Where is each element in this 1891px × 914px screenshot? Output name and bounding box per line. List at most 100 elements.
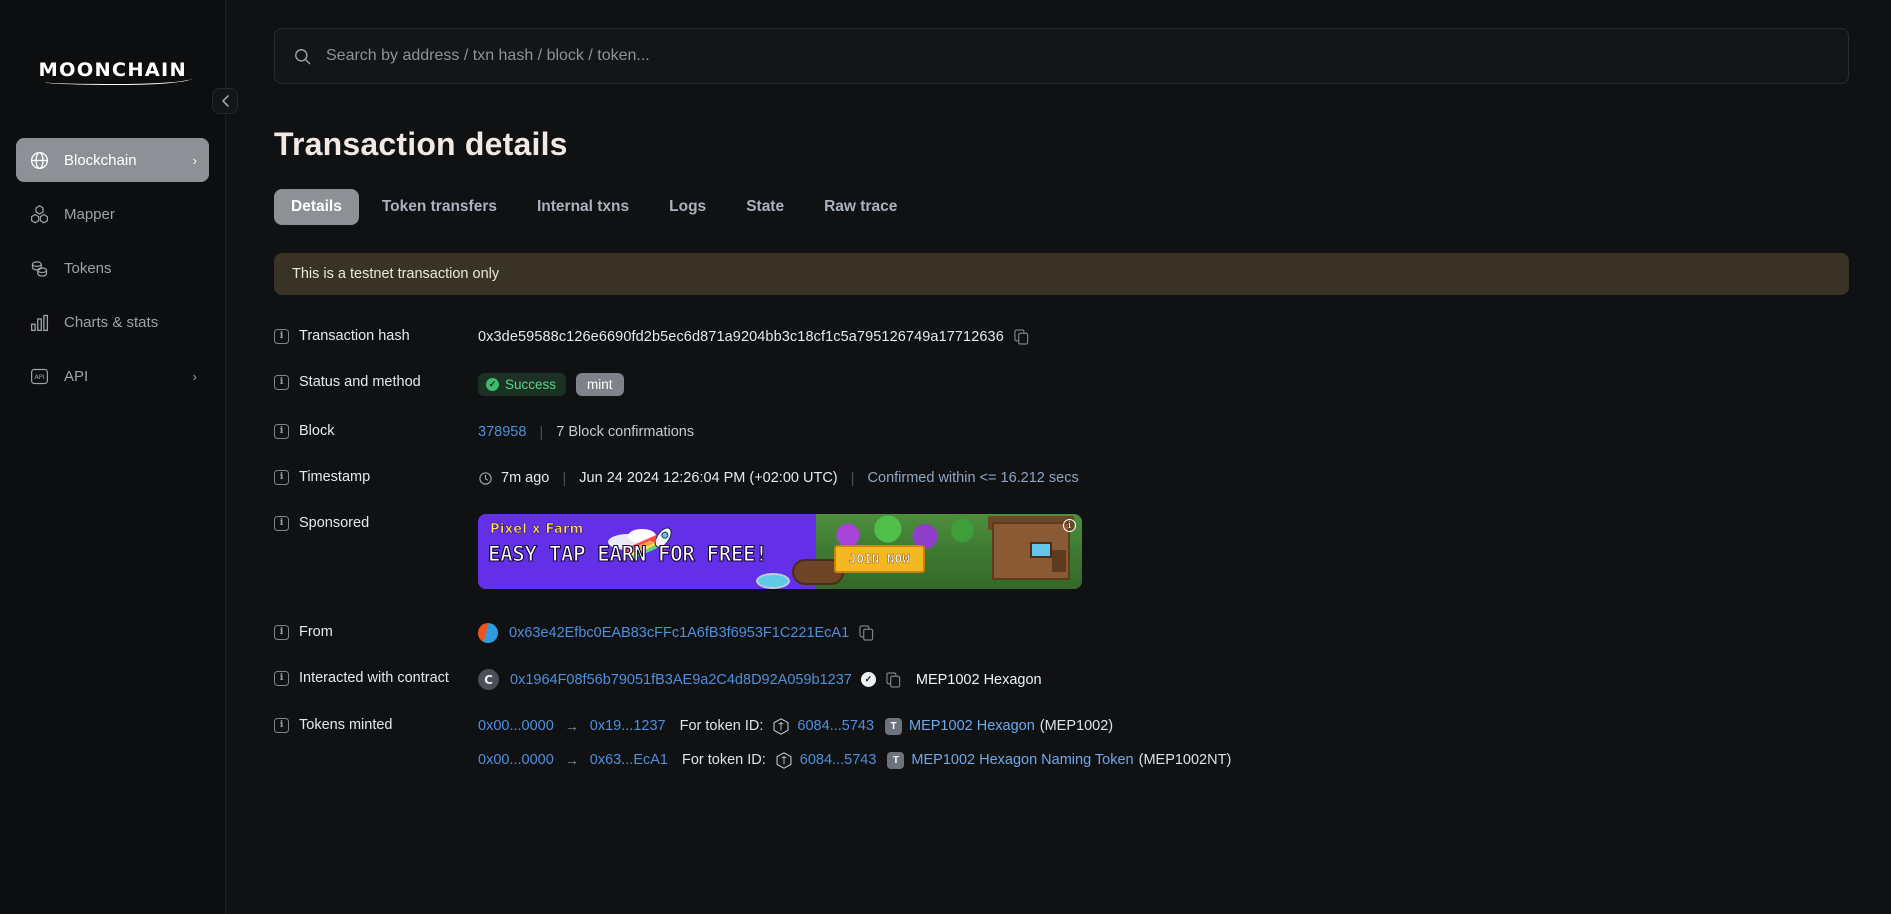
token-minted-row: 0x00...0000 → 0x19...1237 For token ID: … [478, 716, 1231, 736]
timestamp-relative: 7m ago [501, 470, 549, 486]
mint-from-address-link[interactable]: 0x00...0000 [478, 718, 554, 734]
tab-state[interactable]: State [729, 189, 801, 225]
row-value: 0x63e42Efbc0EAB83cFFc1A6fB3f6953F1C221Ec… [478, 623, 874, 643]
copy-icon[interactable] [886, 672, 901, 688]
info-icon[interactable]: i [274, 375, 289, 390]
tab-logs[interactable]: Logs [652, 189, 723, 225]
sidebar-item-label: Tokens [64, 260, 197, 277]
testnet-notice-text: This is a testnet transaction only [292, 266, 499, 282]
row-label: i Status and method [274, 373, 478, 390]
token-name-link[interactable]: MEP1002 Hexagon Naming Token [911, 752, 1133, 768]
search-input[interactable] [326, 47, 1830, 65]
contract-badge-icon: C [478, 669, 499, 690]
row-label-text: Sponsored [299, 515, 369, 531]
mint-to-address-link[interactable]: 0x19...1237 [590, 718, 666, 734]
token-name-link[interactable]: MEP1002 Hexagon [909, 718, 1035, 734]
ad-house-door [1052, 550, 1066, 572]
arrow-right-icon: → [565, 718, 579, 734]
row-label-text: Block [299, 423, 334, 439]
info-icon[interactable]: i [274, 470, 289, 485]
token-symbol-text: (MEP1002) [1040, 718, 1113, 734]
tab-details[interactable]: Details [274, 189, 359, 225]
sidebar-item-mapper[interactable]: Mapper [16, 192, 209, 236]
token-id-link[interactable]: 6084...5743 [800, 752, 877, 768]
row-transaction-hash: i Transaction hash 0x3de59588c126e6690fd… [274, 327, 1849, 347]
row-tokens-minted: i Tokens minted 0x00...0000 → 0x19...123… [274, 716, 1849, 770]
info-icon[interactable]: i [274, 718, 289, 733]
sidebar-collapse-button[interactable] [212, 88, 238, 114]
copy-icon[interactable] [1014, 329, 1029, 345]
row-status-and-method: i Status and method ✓ Success mint [274, 373, 1849, 396]
for-token-id-label: For token ID: [680, 718, 764, 734]
sidebar-item-charts-stats[interactable]: Charts & stats [16, 300, 209, 344]
sidebar-item-blockchain[interactable]: Blockchain › [16, 138, 209, 182]
sidebar-item-label: API [64, 368, 193, 385]
info-icon[interactable]: i [274, 424, 289, 439]
transaction-details-list: i Transaction hash 0x3de59588c126e6690fd… [274, 327, 1849, 770]
clock-icon [478, 471, 493, 486]
sponsored-ad-banner[interactable]: Pixel x Farm EASY TAP EARN FOR FREE! JOI… [478, 514, 1082, 589]
hexagon-token-icon [773, 718, 789, 735]
tab-token-transfers[interactable]: Token transfers [365, 189, 514, 225]
mint-to-address-link[interactable]: 0x63...EcA1 [590, 752, 668, 768]
token-minted-row: 0x00...0000 → 0x63...EcA1 For token ID: … [478, 750, 1231, 770]
ad-join-now-button[interactable]: JOIN NOW [834, 545, 925, 573]
token-type-badge: T [885, 718, 902, 735]
ad-brand-text: Pixel x Farm [490, 522, 584, 537]
bar-chart-icon [28, 311, 50, 333]
row-interacted-with-contract: i Interacted with contract C 0x1964F08f5… [274, 669, 1849, 690]
verified-check-icon: ✓ [861, 672, 876, 687]
tokens-minted-list: 0x00...0000 → 0x19...1237 For token ID: … [478, 716, 1231, 770]
row-timestamp: i Timestamp 7m ago | Jun 24 2024 12:26:0… [274, 468, 1849, 488]
globe-icon [28, 149, 50, 171]
info-icon[interactable]: i [274, 671, 289, 686]
search-bar[interactable] [274, 28, 1849, 84]
row-value: ✓ Success mint [478, 373, 624, 396]
divider: | [562, 470, 566, 487]
row-label: i Transaction hash [274, 327, 478, 344]
row-label-text: Status and method [299, 374, 421, 390]
sidebar-item-label: Charts & stats [64, 314, 197, 331]
divider: | [851, 470, 855, 487]
sidebar-nav: Blockchain › Mapper [0, 138, 225, 398]
block-number-link[interactable]: 378958 [478, 424, 526, 440]
token-id-link[interactable]: 6084...5743 [797, 718, 874, 734]
sidebar-item-api[interactable]: API API › [16, 354, 209, 398]
timestamp-absolute: Jun 24 2024 12:26:04 PM (+02:00 UTC) [579, 470, 837, 486]
row-label-text: From [299, 624, 333, 640]
sidebar-item-label: Blockchain [64, 152, 193, 169]
row-from: i From 0x63e42Efbc0EAB83cFFc1A6fB3f6953F… [274, 623, 1849, 643]
svg-text:API: API [34, 373, 44, 381]
row-label: i Interacted with contract [274, 669, 478, 686]
row-value: 0x3de59588c126e6690fd2b5ec6d871a9204bb3c… [478, 327, 1029, 347]
info-icon[interactable]: i [274, 516, 289, 531]
status-badge: ✓ Success [478, 373, 566, 396]
confirmation-time-text: Confirmed within <= 16.212 secs [868, 470, 1079, 486]
row-label-text: Timestamp [299, 469, 370, 485]
sidebar-item-tokens[interactable]: Tokens [16, 246, 209, 290]
copy-icon[interactable] [859, 625, 874, 641]
tab-internal-txns[interactable]: Internal txns [520, 189, 646, 225]
tab-bar: Details Token transfers Internal txns Lo… [274, 189, 1849, 225]
sidebar: MOONCHAIN Blockchain › [0, 0, 226, 914]
row-label: i Block [274, 422, 478, 439]
coins-icon [28, 257, 50, 279]
ad-info-icon[interactable]: i [1063, 519, 1076, 532]
tab-raw-trace[interactable]: Raw trace [807, 189, 914, 225]
chevron-left-icon [221, 95, 230, 107]
app-root: MOONCHAIN Blockchain › [0, 0, 1891, 914]
block-confirmations-text: 7 Block confirmations [556, 424, 694, 440]
brand-logo[interactable]: MOONCHAIN [0, 40, 225, 100]
mint-from-address-link[interactable]: 0x00...0000 [478, 752, 554, 768]
row-value: 378958 | 7 Block confirmations [478, 422, 694, 442]
search-icon [293, 47, 312, 66]
info-icon[interactable]: i [274, 329, 289, 344]
token-type-badge: T [887, 752, 904, 769]
row-label-text: Tokens minted [299, 717, 393, 733]
info-icon[interactable]: i [274, 625, 289, 640]
contract-address-link[interactable]: 0x1964F08f56b79051fB3AE9a2C4d8D92A059b12… [510, 672, 852, 688]
hexagons-icon [28, 203, 50, 225]
ad-house-window [1030, 542, 1052, 558]
from-address-link[interactable]: 0x63e42Efbc0EAB83cFFc1A6fB3f6953F1C221Ec… [509, 625, 849, 641]
status-badge-text: Success [505, 377, 556, 392]
